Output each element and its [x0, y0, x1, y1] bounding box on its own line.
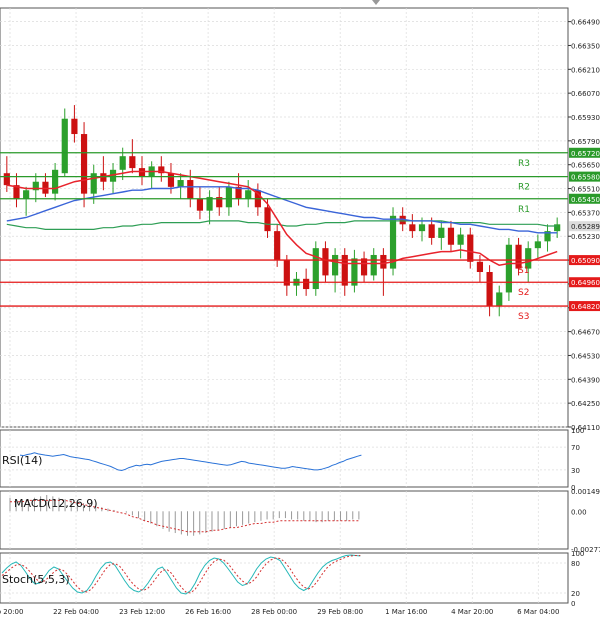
level-label-r3: R3 — [518, 159, 530, 169]
y-tick-label: 0.64530 — [571, 352, 600, 360]
level-label-r1: R1 — [518, 205, 530, 215]
candle-body — [3, 173, 10, 186]
x-tick-label: 4 Mar 20:00 — [451, 608, 493, 616]
y-tick-label: 0.66350 — [571, 42, 600, 50]
candle-body — [303, 278, 310, 290]
level-price-tag-text: 0.65720 — [571, 150, 600, 158]
x-tick-label: 1 Mar 16:00 — [385, 608, 427, 616]
x-tick-label: 22 Feb 04:00 — [53, 608, 99, 616]
x-tick-label: 23 Feb 12:00 — [119, 608, 165, 616]
candle-body — [129, 156, 136, 169]
x-tick-label: 6 Mar 04:00 — [517, 608, 559, 616]
candle-body — [534, 241, 541, 249]
candle-body — [505, 244, 512, 293]
y-tick-label: 0.65650 — [571, 162, 600, 170]
stoch-y-tick-label: 0 — [571, 600, 575, 608]
chart-shift-marker — [372, 0, 380, 5]
stoch-y-tick-label: 80 — [571, 560, 580, 568]
level-label-s3: S3 — [518, 312, 529, 322]
candle-body — [428, 224, 435, 238]
level-label-s1: S1 — [518, 266, 529, 276]
candle-body — [245, 190, 252, 199]
level-price-tag-text: 0.65450 — [571, 196, 600, 204]
chart-canvas: b 20:00 22 Feb 04:00 23 Feb 12:00 26 Feb 16… — [0, 0, 600, 616]
candle-body — [71, 118, 78, 135]
candle-body — [225, 186, 232, 208]
candle-body — [196, 198, 204, 211]
candle-body — [52, 169, 59, 194]
candle-body — [360, 258, 368, 276]
candle-body — [351, 258, 358, 286]
candle-body — [370, 254, 377, 276]
y-tick-label: 0.65930 — [571, 114, 600, 122]
macd-y-tick-label: 0.00 — [571, 508, 587, 516]
candle-body — [80, 134, 88, 194]
candle-body — [274, 231, 281, 261]
candle-body — [409, 224, 416, 232]
level-label-r2: R2 — [518, 183, 530, 193]
y-tick-label: 0.64390 — [571, 376, 600, 384]
price-panel — [0, 7, 569, 428]
x-tick-label: 29 Feb 08:00 — [317, 608, 363, 616]
y-tick-label: 0.65510 — [571, 186, 600, 194]
candle-body — [264, 207, 271, 232]
candle-body — [167, 173, 175, 187]
x-tick-label: 26 Feb 16:00 — [185, 608, 231, 616]
stoch-panel — [0, 552, 569, 604]
y-tick-label: 0.64250 — [571, 400, 600, 408]
candle-body — [332, 254, 339, 276]
macd-y-tick-label: 0.001493 — [571, 488, 600, 496]
candle-body — [496, 292, 503, 307]
y-tick-label: 0.65370 — [571, 209, 600, 217]
candle-body — [138, 168, 146, 177]
y-tick-label: 0.66490 — [571, 19, 600, 27]
y-tick-label: 0.64670 — [571, 329, 600, 337]
candle-body — [312, 248, 319, 290]
x-tick-label: 28 Feb 00:00 — [251, 608, 297, 616]
candle-body — [187, 180, 194, 199]
x-tick-label: b 20:00 — [0, 608, 23, 616]
candle-body — [380, 254, 387, 269]
candle-body — [438, 227, 445, 238]
candle-body — [177, 180, 184, 187]
level-price-tag-text: 0.64820 — [571, 303, 600, 311]
candle-body — [119, 156, 126, 170]
rsi-y-tick-label: 70 — [571, 444, 580, 452]
y-tick-label: 0.66210 — [571, 66, 600, 74]
candle-body — [476, 261, 484, 273]
y-tick-label: 0.65790 — [571, 138, 600, 146]
current-price-tag-text: 0.65289 — [571, 223, 600, 231]
stoch-y-tick-label: 20 — [571, 590, 580, 598]
candle-body — [554, 224, 561, 232]
rsi-y-tick-label: 100 — [571, 427, 584, 435]
candle-body — [457, 234, 464, 245]
rsi-title: RSI(14) — [2, 454, 42, 467]
candle-body — [61, 118, 68, 174]
candle-body — [23, 190, 30, 199]
candle-body — [322, 248, 329, 276]
level-label-s2: S2 — [518, 288, 529, 298]
level-price-tag-text: 0.64960 — [571, 279, 600, 287]
stoch-y-tick-label: 100 — [571, 550, 584, 558]
stoch-title: Stoch(5,5,3) — [2, 573, 70, 586]
macd-title: MACD(12,26,9) — [14, 497, 98, 510]
y-tick-label: 0.66070 — [571, 90, 600, 98]
candle-body — [42, 181, 49, 194]
y-tick-label: 0.65230 — [571, 233, 600, 241]
forex-chart: b 20:00 22 Feb 04:00 23 Feb 12:00 26 Feb 16… — [0, 0, 600, 619]
candle-body — [486, 272, 493, 307]
level-price-tag-text: 0.65090 — [571, 257, 600, 265]
candle-body — [447, 227, 455, 245]
candle-body — [418, 224, 426, 232]
level-price-tag-text: 0.65580 — [571, 174, 600, 182]
rsi-y-tick-label: 30 — [571, 467, 580, 475]
candle-body — [515, 244, 522, 269]
candle-body — [467, 234, 474, 262]
rsi-panel — [0, 429, 569, 488]
